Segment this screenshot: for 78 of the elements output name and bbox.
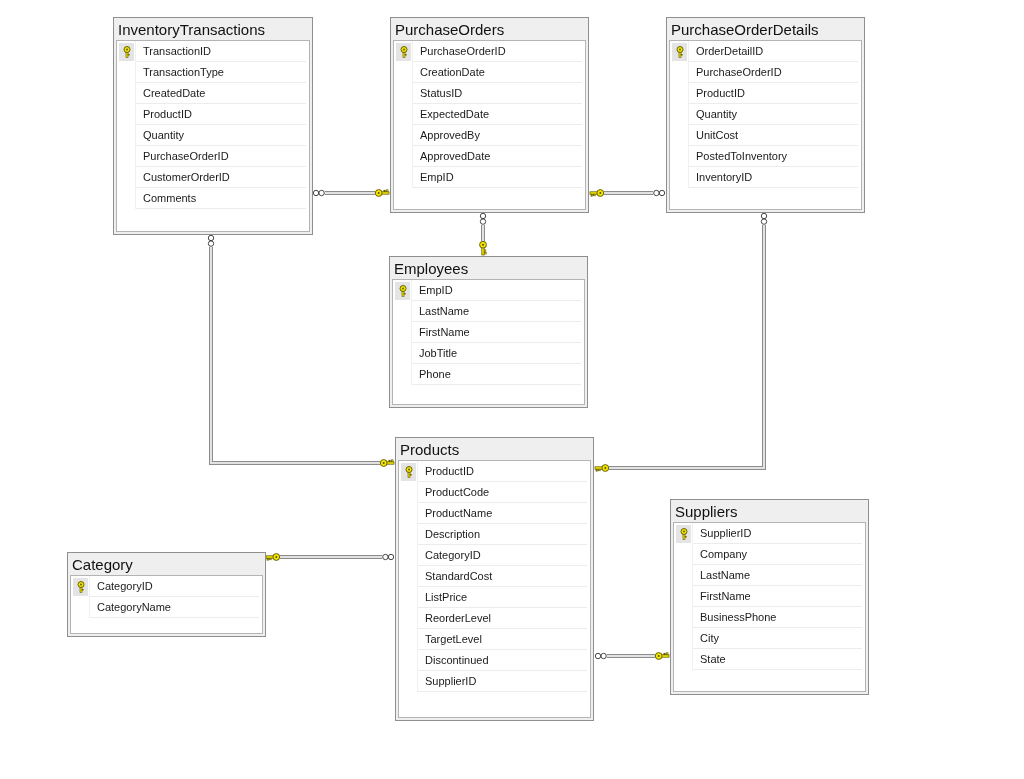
column-name: ProductID bbox=[696, 86, 745, 100]
table-title: InventoryTransactions bbox=[118, 20, 265, 40]
column-name: LastName bbox=[419, 304, 470, 318]
column-name: CategoryName bbox=[97, 600, 171, 614]
key-icon bbox=[479, 240, 487, 256]
column-name: ProductName bbox=[425, 506, 493, 520]
key-icon bbox=[374, 189, 390, 197]
column-name: Quantity bbox=[696, 107, 737, 121]
key-icon bbox=[379, 459, 395, 467]
column-name: Phone bbox=[419, 367, 451, 381]
column-name: Comments bbox=[143, 191, 197, 205]
column-name: ApprovedDate bbox=[420, 149, 491, 163]
table-title: Category bbox=[72, 555, 133, 575]
column-name: InventoryID bbox=[696, 170, 753, 184]
connector-line bbox=[324, 191, 376, 195]
column-name: LastName bbox=[700, 568, 751, 582]
infinity-icon bbox=[312, 189, 325, 197]
infinity-icon bbox=[653, 189, 666, 197]
connector-line bbox=[603, 191, 654, 195]
column-name: Quantity bbox=[143, 128, 184, 142]
table-title: Products bbox=[400, 440, 460, 460]
column-name: PurchaseOrderID bbox=[696, 65, 782, 79]
table-card[interactable]: InventoryTransactions TransactionID TransactionType CreatedDate ProductID Quantity PurchaseOrderID CustomerOrderID Comments bbox=[113, 17, 313, 235]
column-name: Discontinued bbox=[425, 653, 489, 667]
table-title: PurchaseOrderDetails bbox=[671, 20, 819, 40]
key-icon bbox=[594, 464, 610, 472]
column-name: JobTitle bbox=[419, 346, 458, 360]
column-name: PurchaseOrderID bbox=[143, 149, 229, 163]
infinity-icon bbox=[207, 234, 215, 247]
column-name: City bbox=[700, 631, 719, 645]
column-name: ProductID bbox=[143, 107, 192, 121]
column-name: PostedToInventory bbox=[696, 149, 788, 163]
column-name: FirstName bbox=[700, 589, 751, 603]
infinity-icon bbox=[760, 212, 768, 225]
column-name: EmpID bbox=[420, 170, 454, 184]
column-name: StatusID bbox=[420, 86, 463, 100]
table-card[interactable]: Category CategoryID CategoryName bbox=[67, 552, 266, 637]
column-name: CreatedDate bbox=[143, 86, 206, 100]
column-name: Company bbox=[700, 547, 748, 561]
column-name: PurchaseOrderID bbox=[420, 44, 506, 58]
column-name: CategoryID bbox=[425, 548, 481, 562]
table-card[interactable]: Suppliers SupplierID Company LastName FirstName BusinessPhone City State bbox=[670, 499, 869, 695]
table-card[interactable]: Products ProductID ProductCode ProductName Description CategoryID StandardCost ListPrice ReorderLevel TargetLevel Discontinued SupplierID bbox=[395, 437, 594, 721]
column-name: State bbox=[700, 652, 726, 666]
column-name: EmpID bbox=[419, 283, 453, 297]
column-name: TransactionID bbox=[143, 44, 212, 58]
infinity-icon bbox=[594, 652, 607, 660]
table-card[interactable]: PurchaseOrders PurchaseOrderID CreationDate StatusID ExpectedDate ApprovedBy ApprovedDate EmpID bbox=[390, 17, 589, 213]
column-name: ProductCode bbox=[425, 485, 490, 499]
column-name: CategoryID bbox=[97, 579, 153, 593]
table-card[interactable]: Employees EmpID LastName FirstName JobTitle Phone bbox=[389, 256, 588, 408]
column-name: ExpectedDate bbox=[420, 107, 490, 121]
table-title: Suppliers bbox=[675, 502, 738, 522]
column-name: ApprovedBy bbox=[420, 128, 480, 142]
column-name: TargetLevel bbox=[425, 632, 482, 646]
column-name: CreationDate bbox=[420, 65, 485, 79]
table-title: Employees bbox=[394, 259, 469, 279]
column-name: OrderDetailID bbox=[696, 44, 764, 58]
column-name: StandardCost bbox=[425, 569, 493, 583]
column-name: ListPrice bbox=[425, 590, 468, 604]
key-icon bbox=[589, 189, 605, 197]
column-name: SupplierID bbox=[425, 674, 477, 688]
connector-line bbox=[606, 654, 656, 658]
column-name: ReorderLevel bbox=[425, 611, 492, 625]
key-icon bbox=[654, 652, 670, 660]
column-name: CustomerOrderID bbox=[143, 170, 230, 184]
column-name: FirstName bbox=[419, 325, 470, 339]
column-name: SupplierID bbox=[700, 526, 752, 540]
table-title: PurchaseOrders bbox=[395, 20, 505, 40]
column-name: BusinessPhone bbox=[700, 610, 777, 624]
table-card[interactable]: PurchaseOrderDetails OrderDetailID PurchaseOrderID ProductID Quantity UnitCost PostedToInventory InventoryID bbox=[666, 17, 865, 213]
infinity-icon bbox=[382, 553, 395, 561]
infinity-icon bbox=[479, 212, 487, 225]
column-name: TransactionType bbox=[143, 65, 224, 79]
column-name: ProductID bbox=[425, 464, 474, 478]
key-icon bbox=[265, 553, 281, 561]
column-name: Description bbox=[425, 527, 481, 541]
column-name: UnitCost bbox=[696, 128, 739, 142]
